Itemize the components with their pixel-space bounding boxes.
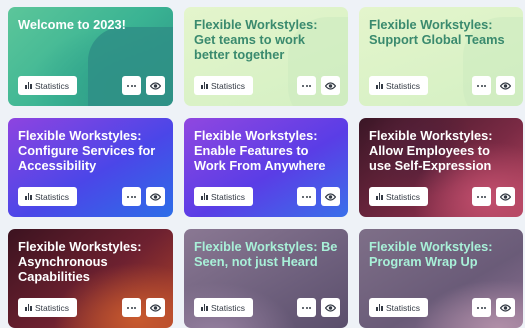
card-actions: Statistics bbox=[18, 298, 165, 317]
card-actions: Statistics bbox=[369, 187, 515, 206]
preview-button[interactable] bbox=[321, 76, 340, 95]
preview-button[interactable] bbox=[321, 187, 340, 206]
bar-chart-icon bbox=[201, 193, 208, 200]
more-horizontal-icon bbox=[127, 84, 136, 87]
more-options-button[interactable] bbox=[297, 298, 316, 317]
statistics-button[interactable]: Statistics bbox=[194, 76, 254, 95]
more-options-button[interactable] bbox=[472, 298, 491, 317]
more-options-button[interactable] bbox=[122, 298, 141, 317]
card-title: Flexible Workstyles: Allow Employees to … bbox=[369, 128, 493, 173]
bar-chart-icon bbox=[25, 304, 32, 311]
more-horizontal-icon bbox=[477, 84, 486, 87]
card-actions: Statistics bbox=[18, 187, 165, 206]
card-title: Flexible Workstyles: Support Global Team… bbox=[369, 17, 505, 47]
statistics-button[interactable]: Statistics bbox=[194, 187, 254, 206]
card-actions: Statistics bbox=[194, 76, 340, 95]
more-horizontal-icon bbox=[127, 306, 136, 309]
card-actions: Statistics bbox=[369, 76, 515, 95]
card-title: Flexible Workstyles: Asynchronous Capabi… bbox=[18, 239, 142, 284]
statistics-label: Statistics bbox=[386, 302, 421, 313]
preview-button[interactable] bbox=[146, 298, 165, 317]
more-options-button[interactable] bbox=[472, 76, 491, 95]
more-horizontal-icon bbox=[477, 195, 486, 198]
eye-icon bbox=[325, 192, 336, 201]
eye-icon bbox=[500, 81, 511, 90]
card-actions: Statistics bbox=[18, 76, 165, 95]
more-horizontal-icon bbox=[302, 84, 311, 87]
eye-icon bbox=[325, 81, 336, 90]
training-card-grid: Welcome to 2023! Statistics Flexible Wor… bbox=[8, 7, 523, 328]
more-horizontal-icon bbox=[477, 306, 486, 309]
bar-chart-icon bbox=[376, 82, 383, 89]
card-actions: Statistics bbox=[194, 187, 340, 206]
preview-button[interactable] bbox=[321, 298, 340, 317]
statistics-label: Statistics bbox=[35, 80, 70, 91]
more-horizontal-icon bbox=[302, 306, 311, 309]
eye-icon bbox=[150, 81, 161, 90]
card-title: Flexible Workstyles: Enable Features to … bbox=[194, 128, 326, 173]
eye-icon bbox=[500, 303, 511, 312]
statistics-label: Statistics bbox=[211, 80, 246, 91]
card-welcome-2023[interactable]: Welcome to 2023! Statistics bbox=[8, 7, 173, 106]
more-options-button[interactable] bbox=[122, 76, 141, 95]
eye-icon bbox=[150, 303, 161, 312]
bar-chart-icon bbox=[201, 82, 208, 89]
card-asynchronous-capabilities[interactable]: Flexible Workstyles: Asynchronous Capabi… bbox=[8, 229, 173, 328]
preview-button[interactable] bbox=[146, 76, 165, 95]
bar-chart-icon bbox=[376, 304, 383, 311]
preview-button[interactable] bbox=[496, 298, 515, 317]
card-get-teams-to-work-better-together[interactable]: Flexible Workstyles: Get teams to work b… bbox=[184, 7, 348, 106]
statistics-button[interactable]: Statistics bbox=[369, 187, 429, 206]
card-program-wrap-up[interactable]: Flexible Workstyles: Program Wrap Up Sta… bbox=[359, 229, 523, 328]
card-title: Flexible Workstyles: Be Seen, not just H… bbox=[194, 239, 338, 269]
preview-button[interactable] bbox=[496, 76, 515, 95]
statistics-label: Statistics bbox=[35, 191, 70, 202]
card-configure-services-for-accessibility[interactable]: Flexible Workstyles: Configure Services … bbox=[8, 118, 173, 217]
statistics-button[interactable]: Statistics bbox=[369, 298, 429, 317]
preview-button[interactable] bbox=[146, 187, 165, 206]
bar-chart-icon bbox=[376, 193, 383, 200]
card-title: Flexible Workstyles: Get teams to work b… bbox=[194, 17, 318, 62]
statistics-label: Statistics bbox=[386, 191, 421, 202]
more-horizontal-icon bbox=[302, 195, 311, 198]
statistics-button[interactable]: Statistics bbox=[18, 76, 78, 95]
more-options-button[interactable] bbox=[297, 76, 316, 95]
bar-chart-icon bbox=[201, 304, 208, 311]
preview-button[interactable] bbox=[496, 187, 515, 206]
more-options-button[interactable] bbox=[297, 187, 316, 206]
more-options-button[interactable] bbox=[122, 187, 141, 206]
card-allow-employees-to-use-self-expression[interactable]: Flexible Workstyles: Allow Employees to … bbox=[359, 118, 523, 217]
bar-chart-icon bbox=[25, 82, 32, 89]
more-options-button[interactable] bbox=[472, 187, 491, 206]
more-horizontal-icon bbox=[127, 195, 136, 198]
statistics-label: Statistics bbox=[211, 191, 246, 202]
card-title: Welcome to 2023! bbox=[18, 17, 126, 32]
bar-chart-icon bbox=[25, 193, 32, 200]
statistics-button[interactable]: Statistics bbox=[369, 76, 429, 95]
statistics-label: Statistics bbox=[35, 302, 70, 313]
card-title: Flexible Workstyles: Configure Services … bbox=[18, 128, 156, 173]
eye-icon bbox=[150, 192, 161, 201]
statistics-button[interactable]: Statistics bbox=[194, 298, 254, 317]
card-actions: Statistics bbox=[369, 298, 515, 317]
card-actions: Statistics bbox=[194, 298, 340, 317]
card-title: Flexible Workstyles: Program Wrap Up bbox=[369, 239, 493, 269]
card-enable-features-to-work-from-anywhere[interactable]: Flexible Workstyles: Enable Features to … bbox=[184, 118, 348, 217]
eye-icon bbox=[325, 303, 336, 312]
statistics-label: Statistics bbox=[386, 80, 421, 91]
card-support-global-teams[interactable]: Flexible Workstyles: Support Global Team… bbox=[359, 7, 523, 106]
eye-icon bbox=[500, 192, 511, 201]
statistics-button[interactable]: Statistics bbox=[18, 187, 78, 206]
card-be-seen-not-just-heard[interactable]: Flexible Workstyles: Be Seen, not just H… bbox=[184, 229, 348, 328]
statistics-button[interactable]: Statistics bbox=[18, 298, 78, 317]
statistics-label: Statistics bbox=[211, 302, 246, 313]
